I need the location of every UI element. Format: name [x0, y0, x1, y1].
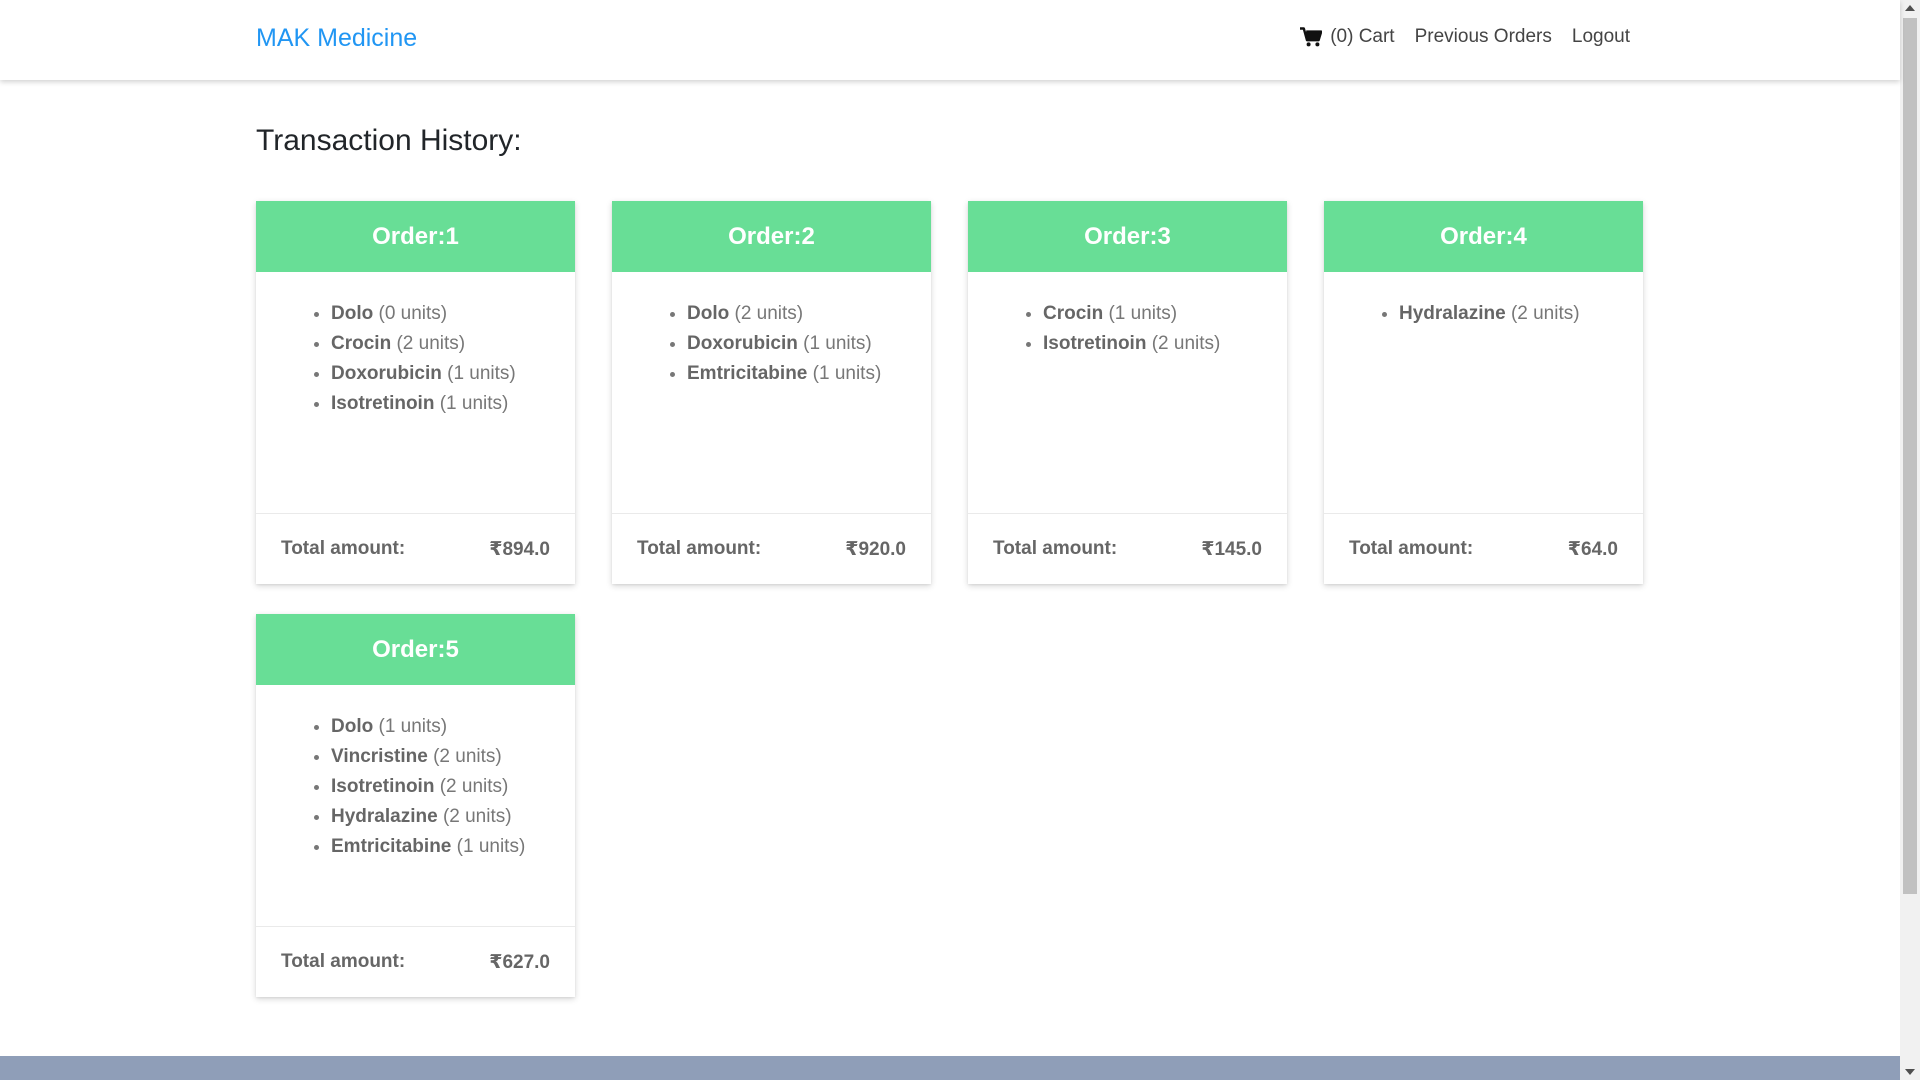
total-amount-value: ₹920.0 [845, 538, 906, 560]
order-items: Hydralazine (2 units) [1324, 272, 1643, 513]
page: MAK Medicine (0) Cart Previous Orders Lo… [0, 0, 1900, 1080]
order-items: Dolo (0 units) Crocin (2 units) Doxorubi… [256, 272, 575, 513]
medicine-name: Crocin [1043, 303, 1104, 324]
list-item: Isotretinoin (2 units) [331, 772, 575, 802]
medicine-quantity: (2 units) [442, 806, 512, 827]
total-amount-label: Total amount: [281, 538, 406, 559]
medicine-quantity: (1 units) [803, 333, 872, 354]
nav-links: (0) Cart Previous Orders Logout [1280, 26, 1630, 48]
medicine-quantity: (1 units) [378, 716, 448, 737]
order-card: Order:1 Dolo (0 units) Crocin (2 units) … [256, 201, 575, 584]
medicine-name: Dolo [687, 303, 730, 324]
item-list: Dolo (0 units) Crocin (2 units) Doxorubi… [256, 299, 575, 419]
order-footer: Total amount: ₹145.0 [968, 513, 1287, 584]
previous-orders-link[interactable]: Previous Orders [1415, 26, 1552, 48]
list-item: Hydralazine (2 units) [331, 802, 575, 832]
medicine-name: Hydralazine [331, 806, 438, 827]
total-amount-value: ₹894.0 [489, 538, 550, 560]
item-list: Crocin (1 units) Isotretinoin (2 units) [968, 299, 1287, 359]
medicine-name: Hydralazine [1399, 303, 1506, 324]
item-list: Dolo (1 units) Vincristine (2 units) Iso… [256, 712, 575, 862]
total-amount-label: Total amount: [993, 538, 1118, 559]
list-item: Emtricitabine (1 units) [687, 359, 931, 389]
medicine-name: Doxorubicin [687, 333, 798, 354]
total-amount-label: Total amount: [281, 951, 406, 972]
page-footer [0, 1056, 1900, 1080]
total-amount-value: ₹145.0 [1201, 538, 1262, 560]
order-items: Dolo (1 units) Vincristine (2 units) Iso… [256, 685, 575, 926]
medicine-quantity: (1 units) [447, 363, 516, 384]
list-item: Hydralazine (2 units) [1399, 299, 1643, 329]
medicine-quantity: (1 units) [456, 836, 526, 857]
list-item: Emtricitabine (1 units) [331, 832, 575, 862]
vertical-scrollbar[interactable] [1900, 0, 1920, 1080]
order-card: Order:2 Dolo (2 units) Doxorubicin (1 un… [612, 201, 931, 584]
list-item: Vincristine (2 units) [331, 742, 575, 772]
item-list: Hydralazine (2 units) [1324, 299, 1643, 329]
scrollbar-thumb[interactable] [1903, 18, 1917, 894]
medicine-quantity: (0 units) [378, 303, 448, 324]
list-item: Dolo (2 units) [687, 299, 931, 329]
total-amount-value: ₹64.0 [1567, 538, 1618, 560]
order-title: Order:2 [612, 201, 931, 272]
navbar: MAK Medicine (0) Cart Previous Orders Lo… [0, 0, 1900, 80]
page-title: Transaction History: [256, 124, 522, 157]
order-title: Order:3 [968, 201, 1287, 272]
order-card: Order:4 Hydralazine (2 units) Total amou… [1324, 201, 1643, 584]
list-item: Crocin (1 units) [1043, 299, 1287, 329]
order-items: Dolo (2 units) Doxorubicin (1 units) Emt… [612, 272, 931, 513]
medicine-quantity: (2 units) [439, 776, 509, 797]
order-card: Order:3 Crocin (1 units) Isotretinoin (2… [968, 201, 1287, 584]
logout-link[interactable]: Logout [1572, 26, 1630, 48]
medicine-name: Dolo [331, 716, 374, 737]
scroll-up-arrow-icon[interactable] [1905, 5, 1915, 11]
list-item: Dolo (0 units) [331, 299, 575, 329]
order-footer: Total amount: ₹64.0 [1324, 513, 1643, 584]
medicine-name: Emtricitabine [687, 363, 808, 384]
cart-link[interactable]: (0) Cart [1300, 26, 1395, 48]
order-footer: Total amount: ₹627.0 [256, 926, 575, 997]
medicine-name: Vincristine [331, 746, 428, 767]
total-amount-value: ₹627.0 [489, 951, 550, 973]
brand-link[interactable]: MAK Medicine [256, 24, 417, 53]
medicine-name: Crocin [331, 333, 392, 354]
medicine-quantity: (1 units) [439, 393, 509, 414]
total-amount-label: Total amount: [1349, 538, 1474, 559]
item-list: Dolo (2 units) Doxorubicin (1 units) Emt… [612, 299, 931, 389]
medicine-name: Isotretinoin [1043, 333, 1147, 354]
medicine-quantity: (2 units) [1151, 333, 1221, 354]
medicine-quantity: (1 units) [812, 363, 882, 384]
scroll-down-arrow-icon[interactable] [1905, 1069, 1915, 1075]
order-footer: Total amount: ₹894.0 [256, 513, 575, 584]
list-item: Doxorubicin (1 units) [687, 329, 931, 359]
list-item: Crocin (2 units) [331, 329, 575, 359]
list-item: Dolo (1 units) [331, 712, 575, 742]
medicine-quantity: (1 units) [1108, 303, 1178, 324]
order-footer: Total amount: ₹920.0 [612, 513, 931, 584]
medicine-name: Isotretinoin [331, 776, 435, 797]
medicine-quantity: (2 units) [734, 303, 804, 324]
medicine-name: Emtricitabine [331, 836, 452, 857]
list-item: Isotretinoin (1 units) [331, 389, 575, 419]
list-item: Isotretinoin (2 units) [1043, 329, 1287, 359]
medicine-quantity: (2 units) [1510, 303, 1580, 324]
medicine-quantity: (2 units) [396, 333, 466, 354]
cart-label: (0) Cart [1330, 26, 1395, 47]
order-card: Order:5 Dolo (1 units) Vincristine (2 un… [256, 614, 575, 997]
shopping-cart-icon [1300, 27, 1323, 47]
medicine-name: Isotretinoin [331, 393, 435, 414]
medicine-quantity: (2 units) [433, 746, 502, 767]
order-title: Order:5 [256, 614, 575, 685]
order-title: Order:4 [1324, 201, 1643, 272]
medicine-name: Dolo [331, 303, 374, 324]
total-amount-label: Total amount: [637, 538, 762, 559]
list-item: Doxorubicin (1 units) [331, 359, 575, 389]
order-title: Order:1 [256, 201, 575, 272]
order-items: Crocin (1 units) Isotretinoin (2 units) [968, 272, 1287, 513]
medicine-name: Doxorubicin [331, 363, 442, 384]
